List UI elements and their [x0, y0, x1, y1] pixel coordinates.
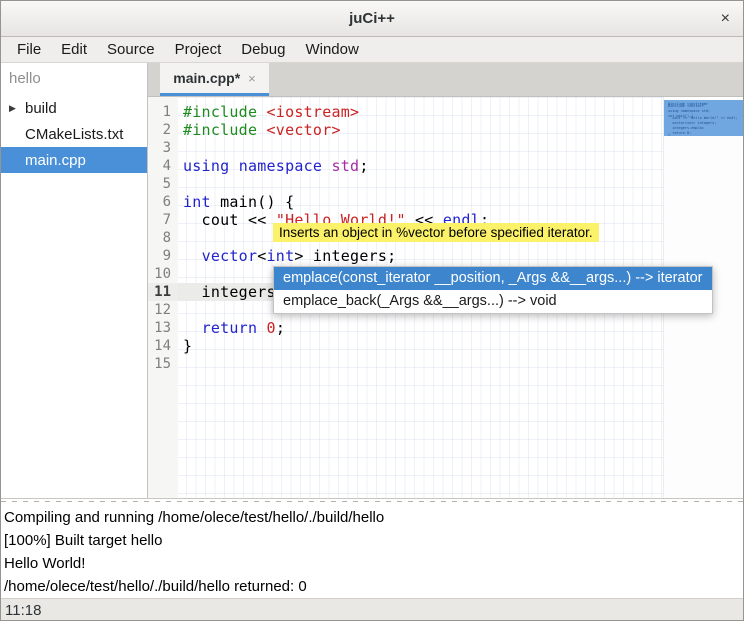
tree-item-label: build: [25, 100, 57, 117]
completion-popup: emplace(const_iterator __position, _Args…: [273, 266, 713, 314]
code-line[interactable]: 5: [148, 175, 743, 193]
line-number: 6: [148, 193, 178, 211]
doc-tooltip: Inserts an object in %vector before spec…: [273, 223, 599, 242]
code-line[interactable]: 1#include <iostream>: [148, 103, 743, 121]
line-number: 10: [148, 265, 178, 283]
menu-item-window[interactable]: Window: [295, 37, 368, 62]
tab-main-cpp[interactable]: main.cpp* ×: [160, 63, 269, 96]
code-line[interactable]: 6int main() {: [148, 193, 743, 211]
window-title: juCi++: [349, 10, 395, 27]
completion-item[interactable]: emplace(const_iterator __position, _Args…: [274, 267, 712, 290]
code-text: [178, 175, 743, 193]
code-line[interactable]: 2#include <vector>: [148, 121, 743, 139]
output-line: Compiling and running /home/olece/test/h…: [4, 506, 743, 529]
line-number: 4: [148, 157, 178, 175]
code-line[interactable]: 3: [148, 139, 743, 157]
file-tree: ▶ build CMakeLists.txt main.cpp: [1, 93, 147, 173]
code-text: int main() {: [178, 193, 743, 211]
line-number: 12: [148, 301, 178, 319]
code-text: using namespace std;: [178, 157, 743, 175]
sidebar-item-build[interactable]: ▶ build: [1, 95, 147, 121]
code-text: [178, 355, 743, 373]
expander-icon[interactable]: ▶: [1, 103, 17, 114]
menu-item-file[interactable]: File: [7, 37, 51, 62]
line-number: 8: [148, 229, 178, 247]
code-line[interactable]: 14}: [148, 337, 743, 355]
minimap-visible-region[interactable]: #include <iostream> #include <vector> us…: [664, 100, 743, 136]
line-number: 5: [148, 175, 178, 193]
line-number: 9: [148, 247, 178, 265]
cursor-position: 11:18: [5, 602, 41, 619]
main-area: hello ▶ build CMakeLists.txt main.cpp main.…: [1, 63, 743, 498]
title-bar: juCi++ ×: [1, 1, 743, 37]
output-line: Hello World!: [4, 552, 743, 575]
tab-label: main.cpp*: [173, 70, 240, 86]
line-number: 1: [148, 103, 178, 121]
editor-pane: main.cpp* × 1#include <iostream>2#includ…: [148, 63, 743, 498]
line-number: 14: [148, 337, 178, 355]
line-number: 2: [148, 121, 178, 139]
output-line: [100%] Built target hello: [4, 529, 743, 552]
menu-item-source[interactable]: Source: [97, 37, 165, 62]
code-text: [178, 139, 743, 157]
code-text: return 0;: [178, 319, 743, 337]
tab-bar: main.cpp* ×: [148, 63, 743, 97]
menu-item-debug[interactable]: Debug: [231, 37, 295, 62]
tree-item-label: CMakeLists.txt: [25, 126, 123, 143]
output-line: /home/olece/test/hello/./build/hello ret…: [4, 575, 743, 598]
app-window: juCi++ × FileEditSourceProjectDebugWindo…: [0, 0, 744, 621]
code-line[interactable]: 15: [148, 355, 743, 373]
line-number: 15: [148, 355, 178, 373]
file-sidebar: hello ▶ build CMakeLists.txt main.cpp: [1, 63, 148, 498]
line-number: 11: [148, 283, 178, 301]
code-text: #include <iostream>: [178, 103, 743, 121]
menu-item-edit[interactable]: Edit: [51, 37, 97, 62]
line-number: 3: [148, 139, 178, 157]
menu-item-project[interactable]: Project: [165, 37, 232, 62]
completion-item[interactable]: emplace_back(_Args &&__args...) --> void: [274, 290, 712, 313]
code-text: #include <vector>: [178, 121, 743, 139]
menu-bar: FileEditSourceProjectDebugWindow: [1, 37, 743, 63]
code-text: vector<int> integers;: [178, 247, 743, 265]
code-line[interactable]: 9 vector<int> integers;: [148, 247, 743, 265]
sidebar-item-main-cpp[interactable]: main.cpp: [1, 147, 147, 173]
sidebar-item-cmakelists-txt[interactable]: CMakeLists.txt: [1, 121, 147, 147]
output-panel: Compiling and running /home/olece/test/h…: [1, 504, 743, 598]
code-line[interactable]: 13 return 0;: [148, 319, 743, 337]
code-line[interactable]: 4using namespace std;: [148, 157, 743, 175]
status-bar: 11:18: [1, 598, 743, 621]
code-text: }: [178, 337, 743, 355]
tab-close-icon[interactable]: ×: [248, 71, 256, 86]
tree-item-label: main.cpp: [25, 152, 86, 169]
project-name-placeholder[interactable]: hello: [1, 63, 147, 93]
line-number: 7: [148, 211, 178, 229]
window-close-icon[interactable]: ×: [721, 11, 730, 27]
line-number: 13: [148, 319, 178, 337]
